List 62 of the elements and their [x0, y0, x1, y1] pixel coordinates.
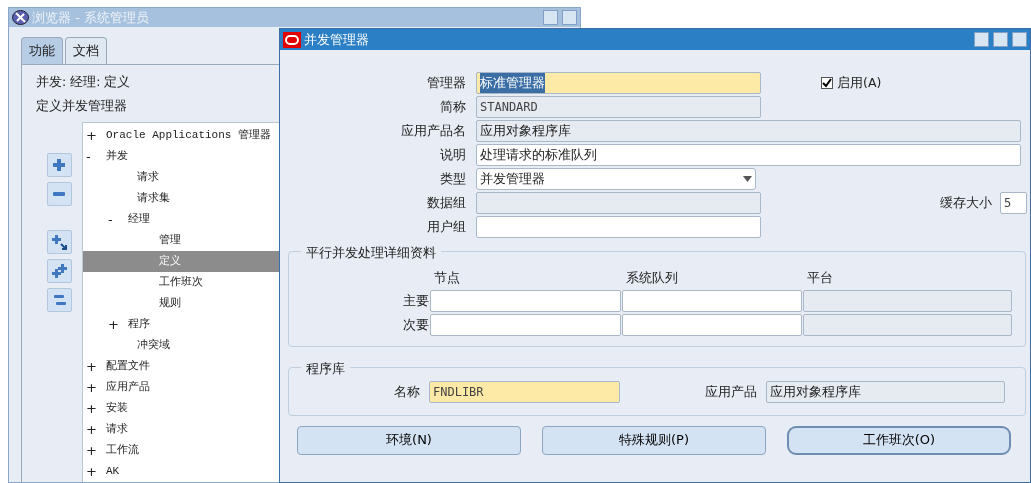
- action-button[interactable]: 特殊规则(P): [542, 425, 766, 455]
- tree-toggle[interactable]: +: [86, 461, 106, 482]
- enabled-checkbox[interactable]: 启用(A): [821, 73, 882, 93]
- input-field[interactable]: [476, 192, 761, 214]
- input-field[interactable]: 处理请求的标准队列: [476, 144, 1021, 166]
- action-button[interactable]: 环境(N): [297, 425, 521, 455]
- tree-toggle[interactable]: +: [86, 356, 106, 377]
- tree-toggle[interactable]: +: [108, 314, 128, 335]
- input-field[interactable]: [476, 216, 761, 238]
- row-label: 主要: [402, 291, 429, 310]
- input-field[interactable]: 5: [1000, 192, 1027, 214]
- window-title: 并发管理器: [304, 33, 369, 46]
- add-button[interactable]: [47, 153, 72, 177]
- app-icon: [12, 10, 29, 25]
- input-field[interactable]: FNDLIBR: [429, 380, 620, 403]
- input-field[interactable]: STANDARD: [476, 96, 761, 118]
- expand-all-button[interactable]: [47, 259, 72, 283]
- input-field[interactable]: 应用对象程序库: [766, 380, 1005, 403]
- tree-toggle[interactable]: +: [86, 440, 106, 461]
- field-label: 说明: [439, 146, 466, 165]
- column-header: 节点: [433, 269, 461, 287]
- oracle-logo-icon: [283, 31, 301, 48]
- input-field[interactable]: 标准管理器: [476, 72, 761, 94]
- add-icon: [52, 157, 67, 173]
- column-header: 平台: [806, 269, 834, 287]
- input-field[interactable]: [430, 289, 621, 312]
- breadcrumb: 并发: 经理: 定义: [36, 72, 131, 91]
- field-label: 用户组: [426, 218, 466, 237]
- field-label: 类型: [439, 170, 466, 189]
- tree-toggle[interactable]: -: [108, 209, 128, 230]
- caret-icon: [743, 176, 752, 182]
- column-header: 系统队列: [625, 269, 679, 287]
- field-label: 应用产品名: [400, 122, 466, 141]
- checkmark-icon: [822, 78, 832, 88]
- collapse-all-button[interactable]: [47, 288, 72, 312]
- field-label: 数据组: [426, 194, 466, 213]
- input-field[interactable]: [430, 313, 621, 336]
- action-button[interactable]: 工作班次(O): [787, 425, 1011, 455]
- tree-toggle[interactable]: +: [86, 125, 106, 146]
- tree-toggle[interactable]: +: [86, 419, 106, 440]
- field-label: 简称: [439, 98, 466, 117]
- tree-toggle[interactable]: +: [86, 377, 106, 398]
- page-heading: 定义并发管理器: [36, 97, 127, 116]
- tree-toggle[interactable]: +: [86, 398, 106, 419]
- input-field[interactable]: [622, 313, 802, 336]
- remove-button[interactable]: [47, 182, 72, 206]
- tab[interactable]: 文档: [65, 37, 107, 64]
- tree-toggle[interactable]: -: [86, 146, 106, 167]
- dropdown[interactable]: 并发管理器: [476, 168, 756, 190]
- field-label: 名称: [393, 382, 421, 401]
- row-label: 次要: [402, 315, 429, 334]
- collapse-all-icon: [52, 292, 67, 308]
- field-label: 管理器: [426, 74, 466, 93]
- field-label: 缓存大小: [940, 193, 992, 212]
- input-field[interactable]: [622, 289, 802, 312]
- expand-branch-button[interactable]: [47, 230, 72, 254]
- expand-branch-icon: [52, 234, 67, 250]
- field-label: 应用产品: [704, 382, 758, 401]
- expand-all-icon: [52, 263, 67, 279]
- tab[interactable]: 功能: [21, 37, 63, 64]
- input-field[interactable]: 应用对象程序库: [476, 120, 1021, 142]
- window-title: 浏览器 - 系统管理员: [32, 11, 149, 24]
